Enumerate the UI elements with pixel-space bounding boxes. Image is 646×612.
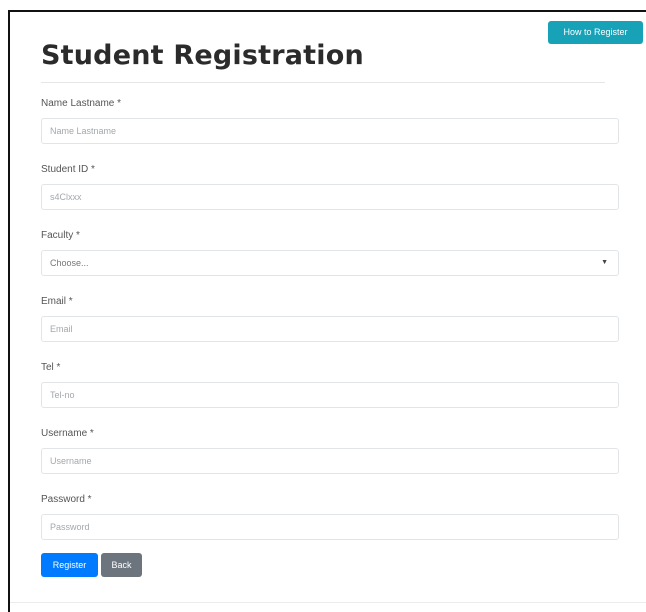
email-input[interactable]: [41, 316, 619, 342]
student-id-input[interactable]: [41, 184, 619, 210]
back-button[interactable]: Back: [101, 553, 142, 577]
chevron-down-icon: ▼: [601, 259, 608, 266]
bottom-divider: [10, 602, 646, 603]
name-lastname-label: Name Lastname *: [41, 98, 122, 109]
password-label: Password *: [41, 494, 92, 505]
how-to-register-button[interactable]: How to Register: [548, 21, 643, 44]
tel-input[interactable]: [41, 382, 619, 408]
username-label: Username *: [41, 428, 94, 439]
tel-label: Tel *: [41, 362, 61, 373]
faculty-selected-value: Choose...: [50, 258, 89, 268]
password-input[interactable]: [41, 514, 619, 540]
email-label: Email *: [41, 296, 73, 307]
title-divider: [41, 82, 605, 83]
name-lastname-input[interactable]: [41, 118, 619, 144]
student-id-label: Student ID *: [41, 164, 95, 175]
faculty-label: Faculty *: [41, 230, 80, 241]
username-input[interactable]: [41, 448, 619, 474]
faculty-select[interactable]: Choose... ▼: [41, 250, 619, 276]
page-title: Student Registration: [41, 40, 364, 71]
register-button[interactable]: Register: [41, 553, 98, 577]
